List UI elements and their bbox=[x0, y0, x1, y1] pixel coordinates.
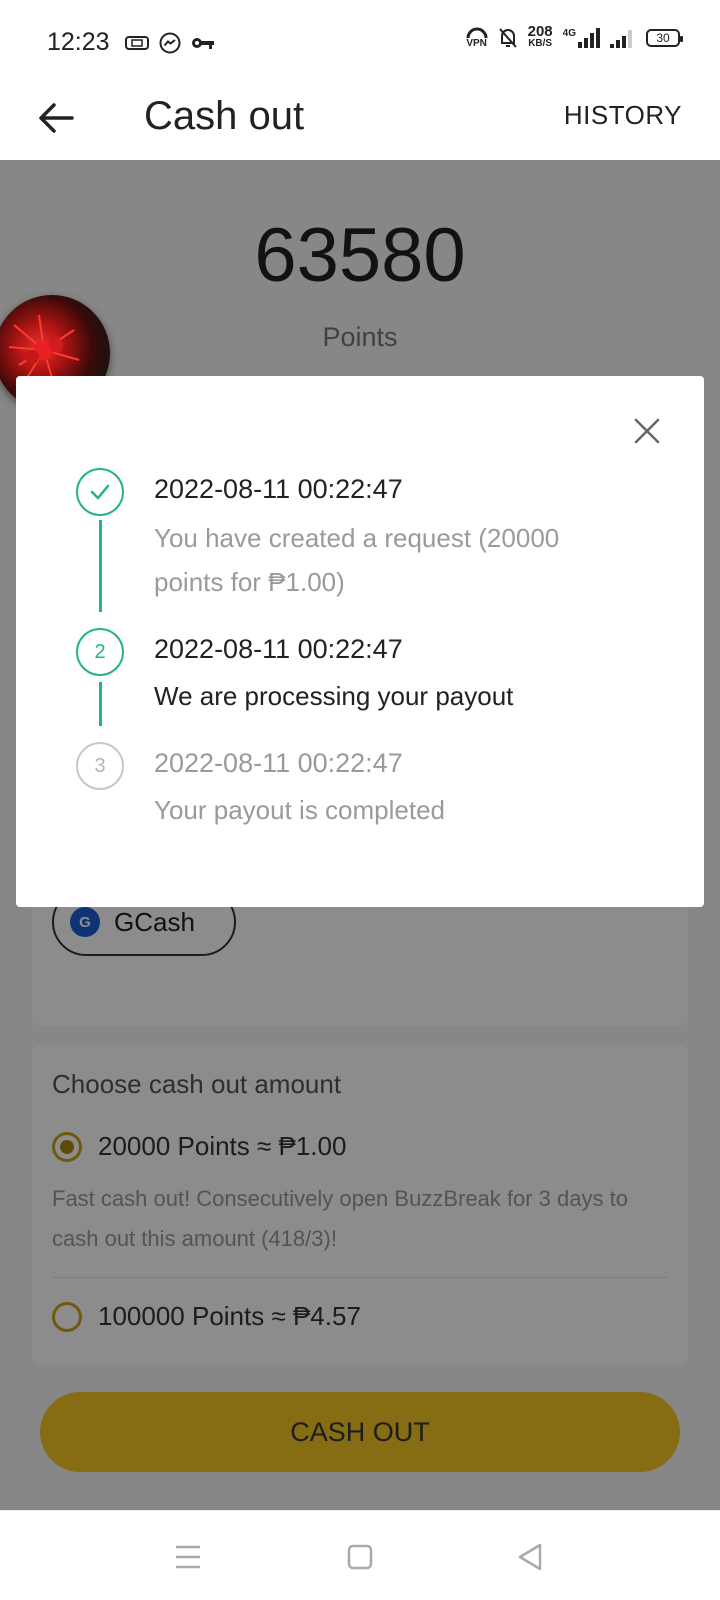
key-icon bbox=[192, 38, 214, 49]
network-type-label: 4G bbox=[562, 28, 576, 39]
signal-icon-2 bbox=[610, 30, 632, 48]
step-description: Your payout is completed bbox=[154, 795, 446, 825]
signal-icon bbox=[578, 28, 600, 48]
sim-card-icon bbox=[125, 36, 149, 50]
signal-4g: 4G bbox=[563, 28, 600, 48]
step-time: 2022-08-11 00:22:47 bbox=[154, 748, 403, 778]
step-time: 2022-08-11 00:22:47 bbox=[154, 634, 403, 664]
messenger-icon bbox=[159, 32, 181, 54]
network-speed-unit: KB/S bbox=[528, 38, 553, 49]
history-button[interactable]: HISTORY bbox=[564, 100, 682, 131]
network-speed-value: 208 bbox=[527, 23, 553, 40]
step-description: We are processing your payout bbox=[154, 681, 514, 711]
vpn-icon: VPN bbox=[466, 27, 488, 49]
menu-icon[interactable] bbox=[170, 1539, 206, 1575]
check-circle-icon bbox=[76, 468, 124, 516]
timeline-connector bbox=[99, 520, 102, 612]
page-title: Cash out bbox=[144, 94, 305, 138]
battery-level: 30 bbox=[656, 31, 670, 45]
close-icon[interactable] bbox=[630, 414, 664, 448]
network-speed: 208 KB/S bbox=[527, 23, 553, 50]
step-number-badge: 3 bbox=[76, 742, 124, 790]
step-time: 2022-08-11 00:22:47 bbox=[154, 474, 403, 504]
bell-off-icon bbox=[498, 28, 517, 48]
status-right-icons: VPN 208 KB/S 4G 30 bbox=[466, 23, 683, 50]
step-number-badge: 2 bbox=[76, 628, 124, 676]
step-description: You have created a request (20000 points… bbox=[154, 523, 560, 597]
battery-icon: 30 bbox=[646, 29, 683, 47]
back-triangle-icon[interactable] bbox=[512, 1539, 548, 1575]
app-bar: Cash out HISTORY bbox=[0, 80, 720, 160]
system-nav-bar bbox=[0, 1510, 720, 1600]
status-bar: 12:23 VPN 208 KB/S 4G 30 bbox=[0, 0, 720, 80]
status-time: 12:23 bbox=[47, 28, 110, 56]
timeline-connector bbox=[99, 682, 102, 726]
payout-status-dialog: 2022-08-11 00:22:47 You have created a r… bbox=[16, 376, 704, 907]
vpn-label: VPN bbox=[466, 38, 487, 49]
status-left-icons bbox=[125, 32, 215, 54]
home-icon[interactable] bbox=[342, 1539, 378, 1575]
back-arrow-icon[interactable] bbox=[36, 98, 76, 138]
